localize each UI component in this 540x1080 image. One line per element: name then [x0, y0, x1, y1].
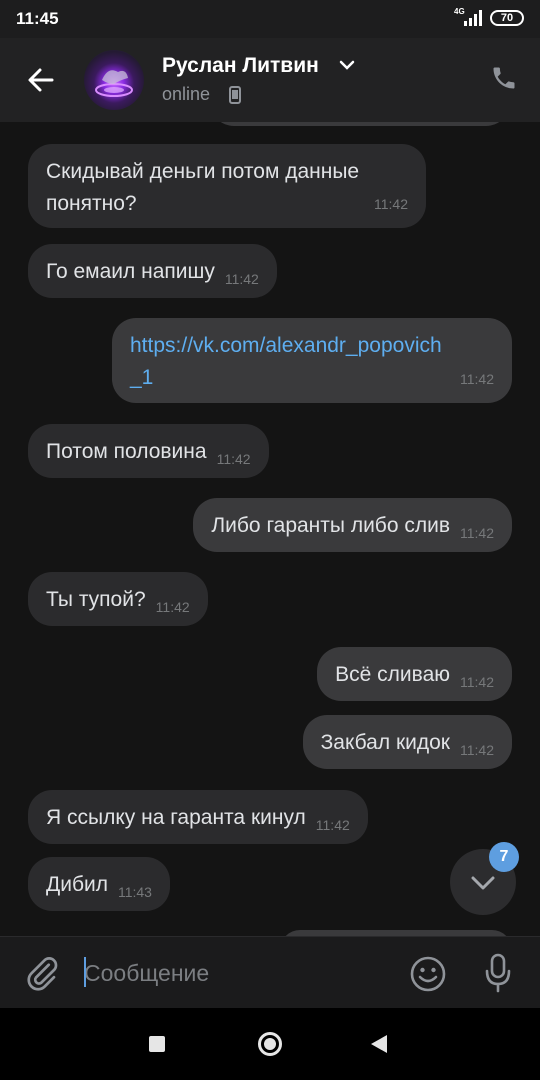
contact-status: online — [162, 84, 211, 104]
message-bubble-incoming[interactable]: Потом половина 11:42 — [28, 424, 269, 478]
back-arrow-icon[interactable] — [22, 60, 62, 100]
message-time: 11:42 — [460, 371, 494, 387]
message-text: Всё сливаю — [335, 663, 450, 686]
message-time: 11:42 — [216, 451, 251, 467]
system-navigation-bar — [0, 1008, 540, 1080]
back-triangle-icon[interactable] — [371, 1035, 387, 1053]
recent-apps-icon[interactable] — [149, 1036, 165, 1052]
message-bubble-incoming[interactable]: Я ссылку на гаранта кинул 11:42 — [28, 790, 368, 844]
message-list[interactable]: Скидывай деньги потом данные понятно? 11… — [0, 122, 540, 936]
message-input[interactable] — [84, 951, 384, 995]
phone-call-icon[interactable] — [490, 64, 518, 92]
message-bubble-outgoing[interactable]: Закбал кидок 11:42 — [302, 715, 512, 769]
message-bubble-outgoing[interactable]: https://vk.com/alexandr_popovich _1 11:42 — [112, 318, 512, 403]
message-text: Закбал кидок — [320, 731, 450, 754]
message-text: Скидывай деньги потом данные понятно? — [46, 160, 360, 215]
message-time: 11:43 — [117, 884, 152, 900]
message-time: 11:42 — [374, 196, 408, 212]
mobile-phone-icon — [229, 86, 241, 104]
contact-name[interactable]: Руслан Литвин — [162, 54, 319, 78]
message-text: Ты тупой? — [46, 588, 146, 611]
message-text: Либо гаранты либо слив — [211, 514, 450, 537]
message-link[interactable]: https://vk.com/alexandr_popovich _1 — [130, 334, 442, 389]
message-bubble-partial — [210, 122, 510, 126]
message-text: Дибил — [46, 873, 108, 896]
message-time: 11:42 — [315, 817, 350, 833]
home-icon[interactable] — [258, 1032, 282, 1056]
message-time: 11:42 — [224, 271, 259, 287]
message-time: 11:42 — [155, 599, 190, 615]
message-text: Потом половина — [46, 440, 207, 463]
message-time: 11:42 — [460, 674, 494, 690]
message-text: Я ссылку на гаранта кинул — [46, 806, 306, 829]
message-bubble-incoming[interactable]: Ты тупой? 11:42 — [28, 572, 208, 626]
avatar[interactable] — [84, 50, 144, 110]
paperclip-icon[interactable] — [24, 955, 60, 991]
chevron-down-icon[interactable] — [338, 58, 356, 72]
message-bubble-outgoing[interactable]: Либо гаранты либо слив 11:42 — [193, 498, 512, 552]
message-bubble-outgoing[interactable]: Всё сливаю 11:42 — [317, 647, 512, 701]
text-caret — [84, 957, 86, 987]
battery-level: 70 — [500, 12, 514, 24]
battery-icon: 70 — [490, 10, 524, 26]
message-bubble-incoming[interactable]: Скидывай деньги потом данные понятно? 11… — [28, 144, 426, 228]
emoji-icon[interactable] — [409, 955, 447, 993]
message-time: 11:42 — [460, 742, 494, 758]
message-bubble-incoming[interactable]: Дибил 11:43 — [28, 857, 170, 911]
message-time: 11:42 — [460, 525, 494, 541]
message-text: Го емаил напишу — [46, 260, 215, 283]
status-bar: 11:45 4G 70 — [0, 0, 540, 38]
microphone-icon[interactable] — [484, 953, 512, 993]
unread-count-badge: 7 — [489, 842, 519, 872]
message-bubble-incoming[interactable]: Го емаил напишу 11:42 — [28, 244, 277, 298]
message-composer — [0, 936, 540, 1008]
chat-header: Руслан Литвин online — [0, 38, 540, 122]
signal-icon — [464, 10, 482, 26]
status-time: 11:45 — [16, 9, 59, 28]
